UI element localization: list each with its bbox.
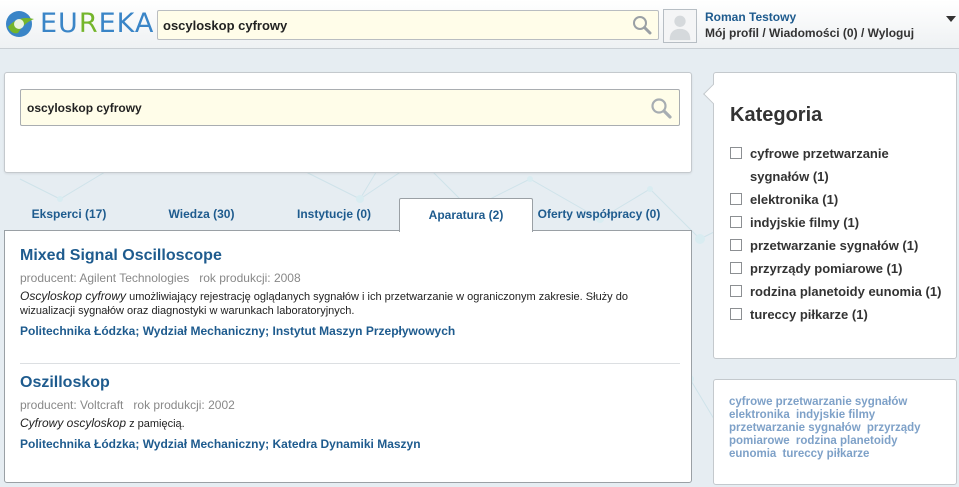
category-label[interactable]: indyjskie filmy (1): [750, 211, 859, 234]
result-description-highlight: Oscyloskop cyfrowy: [20, 289, 127, 303]
tab-wiedza[interactable]: Wiedza (30): [134, 198, 269, 231]
search-icon[interactable]: [650, 97, 672, 119]
result-item: Mixed Signal Oscilloscope producent: Agi…: [20, 247, 680, 338]
user-menu-dropdown-icon[interactable]: [946, 16, 956, 22]
result-description-text: z pamięcią.: [126, 418, 185, 430]
result-affiliation-link[interactable]: Politechnika Łódzka; Wydział Mechaniczny…: [20, 324, 680, 338]
logo-swirl-icon: [6, 11, 34, 37]
category-label[interactable]: rodzina planetoidy eunomia (1): [750, 280, 941, 303]
tag-cloud-panel: cyfrowe przetwarzanie sygnałów elektroni…: [713, 379, 957, 485]
result-tabs: Eksperci (17) Wiedza (30) Instytucje (0)…: [4, 198, 692, 232]
header-search-input[interactable]: [158, 11, 618, 39]
category-item[interactable]: przyrządy pomiarowe (1): [730, 257, 950, 280]
user-silhouette-icon: [669, 15, 691, 41]
result-description-highlight: Cyfrowy oscyloskop: [20, 416, 127, 430]
category-label[interactable]: tureccy piłkarze (1): [750, 303, 868, 326]
user-links: Mój profil / Wiadomości (0) / Wyloguj: [705, 26, 914, 40]
result-year: rok produkcji: 2002: [133, 398, 235, 412]
tag-link[interactable]: tureccy piłkarze: [783, 448, 870, 460]
category-heading: Kategoria: [730, 104, 823, 126]
category-checkbox[interactable]: [730, 193, 742, 205]
separator: /: [860, 26, 868, 40]
results-panel: Mixed Signal Oscilloscope producent: Agi…: [4, 230, 692, 483]
header-search-box: [157, 10, 659, 40]
main-search-input[interactable]: [21, 90, 621, 125]
category-panel: Kategoria cyfrowe przetwarzanie sygnałów…: [703, 72, 957, 359]
result-year: rok produkcji: 2008: [199, 271, 301, 285]
result-title[interactable]: Oszilloskop: [20, 374, 680, 392]
eureka-logo[interactable]: EUREKA: [4, 8, 154, 40]
result-producer: producent: Voltcraft: [20, 398, 124, 412]
category-item[interactable]: tureccy piłkarze (1): [730, 303, 950, 326]
tab-instytucje[interactable]: Instytucje (0): [269, 198, 399, 231]
category-checkbox[interactable]: [730, 216, 742, 228]
tab-eksperci[interactable]: Eksperci (17): [4, 198, 134, 231]
tag-link[interactable]: indyjskie filmy: [796, 409, 875, 421]
my-profile-link[interactable]: Mój profil: [705, 26, 759, 40]
user-name[interactable]: Roman Testowy: [705, 10, 796, 24]
result-affiliation-link[interactable]: Politechnika Łódzka; Wydział Mechaniczny…: [20, 437, 680, 451]
category-label[interactable]: cyfrowe przetwarzanie sygnałów (1): [750, 142, 950, 188]
category-checkbox[interactable]: [730, 285, 742, 297]
logout-link[interactable]: Wyloguj: [868, 26, 914, 40]
category-checkbox[interactable]: [730, 147, 742, 159]
category-label[interactable]: przetwarzanie sygnałów (1): [750, 234, 918, 257]
result-title[interactable]: Mixed Signal Oscilloscope: [20, 247, 680, 265]
tab-aparatura[interactable]: Aparatura (2): [399, 198, 533, 232]
result-meta: producent: Voltcraft rok produkcji: 2002: [20, 398, 680, 412]
tag-link[interactable]: elektronika: [729, 409, 790, 421]
category-item[interactable]: indyjskie filmy (1): [730, 211, 950, 234]
tab-oferty-wspolpracy[interactable]: Oferty współpracy (0): [533, 198, 665, 231]
tag-link[interactable]: cyfrowe przetwarzanie sygnałów: [729, 396, 907, 408]
category-label[interactable]: elektronika (1): [750, 188, 838, 211]
result-producer: producent: Agilent Technologies: [20, 271, 190, 285]
result-item: Oszilloskop producent: Voltcraft rok prod…: [20, 374, 680, 451]
result-description: Oscyloskop cyfrowy umożliwiający rejestr…: [20, 289, 675, 318]
messages-link[interactable]: Wiadomości (0): [769, 26, 858, 40]
category-item[interactable]: elektronika (1): [730, 188, 950, 211]
category-item[interactable]: rodzina planetoidy eunomia (1): [730, 280, 950, 303]
result-description: Cyfrowy oscyloskop z pamięcią.: [20, 416, 675, 431]
separator: /: [762, 26, 770, 40]
main-search-box: [20, 89, 680, 126]
category-item[interactable]: przetwarzanie sygnałów (1): [730, 234, 950, 257]
top-bar: EUREKA Roman Testowy Mój profil / Wiadom…: [0, 0, 959, 49]
logo-wordmark: EUREKA: [40, 8, 155, 39]
tag-link[interactable]: przetwarzanie sygnałów: [729, 422, 861, 434]
user-avatar[interactable]: [663, 9, 697, 43]
category-checkbox[interactable]: [730, 308, 742, 320]
tag-cloud: cyfrowe przetwarzanie sygnałów elektroni…: [729, 396, 949, 461]
category-list: cyfrowe przetwarzanie sygnałów (1) elekt…: [730, 142, 950, 326]
result-meta: producent: Agilent Technologies rok produ…: [20, 271, 680, 285]
category-item[interactable]: cyfrowe przetwarzanie sygnałów (1): [730, 142, 950, 188]
search-panel: [4, 72, 692, 173]
result-divider: [20, 363, 680, 364]
search-icon[interactable]: [632, 15, 652, 35]
category-label[interactable]: przyrządy pomiarowe (1): [750, 257, 902, 280]
category-checkbox[interactable]: [730, 239, 742, 251]
category-checkbox[interactable]: [730, 262, 742, 274]
